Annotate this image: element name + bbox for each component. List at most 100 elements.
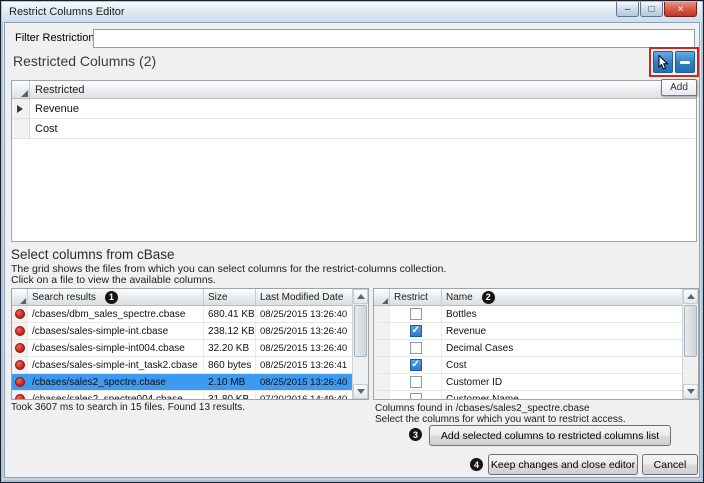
arrow-down-icon (356, 389, 365, 394)
file-icon-cell (12, 340, 28, 356)
columns-table: Restrict Name2 Bottles Revenue Decimal C (373, 288, 699, 400)
file-name-cell: /cbases/dbm_sales_spectre.cbase (28, 306, 204, 322)
filter-restrictions-label: Filter Restrictions: (15, 32, 104, 44)
column-row[interactable]: Cost (374, 357, 682, 374)
close-button[interactable]: × (664, 2, 697, 17)
sort-corner-icon (20, 298, 26, 304)
filter-restrictions-input[interactable] (93, 29, 695, 48)
columns-header-row: Restrict Name 2 (374, 289, 682, 306)
current-row-indicator-icon (17, 105, 23, 113)
files-header-row: Search results 1 Size Last Modified Date (12, 289, 352, 306)
row-header (374, 391, 390, 399)
add-tooltip-label: Add (670, 82, 688, 93)
maximize-button[interactable]: □ (640, 2, 663, 17)
file-icon-cell (12, 357, 28, 373)
restrict-checkbox[interactable] (409, 325, 422, 337)
columns-header-name-label: Name (446, 291, 473, 303)
file-row-selected[interactable]: /cbases/sales2_spectre.cbase 2.10 MB 08/… (12, 374, 352, 391)
callout-badge-2: 2 (481, 290, 495, 304)
files-header-modified[interactable]: Last Modified Date (256, 289, 352, 305)
restrict-checkbox-cell (390, 391, 442, 399)
callout-badge-3: 3 (409, 428, 422, 441)
restrict-checkbox[interactable] (409, 308, 422, 320)
file-row[interactable]: /cbases/sales-simple-int.cbase 238.12 KB… (12, 323, 352, 340)
files-select-all-corner[interactable] (12, 289, 28, 305)
columns-header-name[interactable]: Name 2 (442, 289, 682, 305)
file-name-cell: /cbases/sales-simple-int004.cbase (28, 340, 204, 356)
window-title: Restrict Columns Editor (9, 6, 125, 18)
column-row[interactable]: Customer ID (374, 374, 682, 391)
scroll-down-button[interactable] (353, 384, 368, 399)
scroll-down-button[interactable] (683, 384, 698, 399)
restricted-row-cost[interactable]: Cost (12, 119, 696, 139)
row-header (374, 323, 390, 339)
files-header-size[interactable]: Size (204, 289, 256, 305)
cbase-file-icon (14, 394, 25, 399)
file-row[interactable]: /cbases/sales2_spectre004.cbase 31.80 KB… (12, 391, 352, 399)
select-columns-heading: Select columns from cBase (11, 247, 175, 262)
keep-changes-button[interactable]: Keep changes and close editor (488, 454, 638, 475)
restricted-table-header-row: Restricted (12, 81, 696, 99)
cancel-button[interactable]: Cancel (642, 454, 698, 475)
file-name-cell: /cbases/sales-simple-int.cbase (28, 323, 204, 339)
restricted-row-revenue[interactable]: Revenue (12, 99, 696, 119)
close-icon: × (677, 3, 684, 15)
files-header-name[interactable]: Search results 1 (28, 289, 204, 305)
restrict-columns-editor-window: Restrict Columns Editor – □ × Filter Res… (0, 0, 704, 483)
scroll-up-button[interactable] (353, 289, 368, 304)
files-grid: Search results 1 Size Last Modified Date … (12, 289, 352, 399)
restrict-checkbox[interactable] (409, 359, 422, 371)
restrict-checkbox-cell (390, 374, 442, 390)
file-row[interactable]: /cbases/sales-simple-int_task2.cbase 860… (12, 357, 352, 374)
scrollbar-thumb[interactable] (684, 305, 697, 357)
restrict-checkbox[interactable] (409, 376, 422, 388)
column-row[interactable]: Decimal Cases (374, 340, 682, 357)
dialog-client-area: Filter Restrictions: Restricted Columns … (4, 22, 700, 478)
file-icon-cell (12, 323, 28, 339)
scrollbar-thumb[interactable] (354, 305, 367, 357)
arrow-down-icon (686, 389, 695, 394)
file-size-cell: 680.41 KB (204, 306, 256, 322)
file-icon-cell (12, 374, 28, 390)
cbase-file-icon (14, 377, 25, 387)
add-selected-columns-button[interactable]: Add selected columns to restricted colum… (429, 425, 671, 446)
minimize-button[interactable]: – (616, 2, 639, 17)
annotation-highlight-box (649, 47, 699, 77)
files-header-name-label: Search results (32, 291, 96, 303)
row-header (374, 340, 390, 356)
row-header (374, 306, 390, 322)
column-name-cell: Revenue (446, 325, 487, 337)
file-modified-cell: 08/25/2015 13:26:40 (260, 325, 348, 337)
add-restriction-button[interactable] (653, 51, 673, 73)
file-row[interactable]: /cbases/dbm_sales_spectre.cbase 680.41 K… (12, 306, 352, 323)
restrict-checkbox[interactable] (409, 342, 422, 354)
file-modified-cell: 08/25/2015 13:26:40 (260, 342, 348, 354)
column-row[interactable]: Customer Name (374, 391, 682, 399)
columns-table-scrollbar[interactable] (682, 289, 698, 399)
files-table-scrollbar[interactable] (352, 289, 368, 399)
restrict-checkbox[interactable] (409, 393, 422, 399)
columns-header-restrict[interactable]: Restrict (390, 289, 442, 305)
column-row[interactable]: Revenue (374, 323, 682, 340)
file-row[interactable]: /cbases/sales-simple-int004.cbase 32.20 … (12, 340, 352, 357)
file-modified-cell: 08/25/2015 13:26:40 (260, 376, 348, 388)
file-modified-cell: 08/25/2015 13:26:41 (260, 359, 348, 371)
add-tooltip: Add (661, 79, 697, 96)
file-icon-cell (12, 391, 28, 399)
columns-select-all-corner[interactable] (374, 289, 390, 305)
row-header (374, 374, 390, 390)
titlebar[interactable]: Restrict Columns Editor – □ × (2, 2, 702, 22)
remove-restriction-button[interactable] (675, 51, 695, 73)
restrict-checkbox-cell (390, 323, 442, 339)
row-header (374, 357, 390, 373)
restricted-column-header[interactable]: Restricted (30, 81, 696, 98)
columns-found-note: Columns found in /cbases/sales2_spectre.… (375, 403, 590, 414)
minimize-icon: – (624, 3, 631, 15)
restricted-select-all-corner[interactable] (12, 81, 30, 98)
file-modified-cell: 07/20/2016 14:49:40 (260, 393, 348, 400)
cbase-file-icon (14, 309, 25, 319)
column-row[interactable]: Bottles (374, 306, 682, 323)
file-name-cell: /cbases/sales2_spectre.cbase (28, 374, 204, 390)
column-name-cell: Decimal Cases (446, 342, 514, 354)
scroll-up-button[interactable] (683, 289, 698, 304)
